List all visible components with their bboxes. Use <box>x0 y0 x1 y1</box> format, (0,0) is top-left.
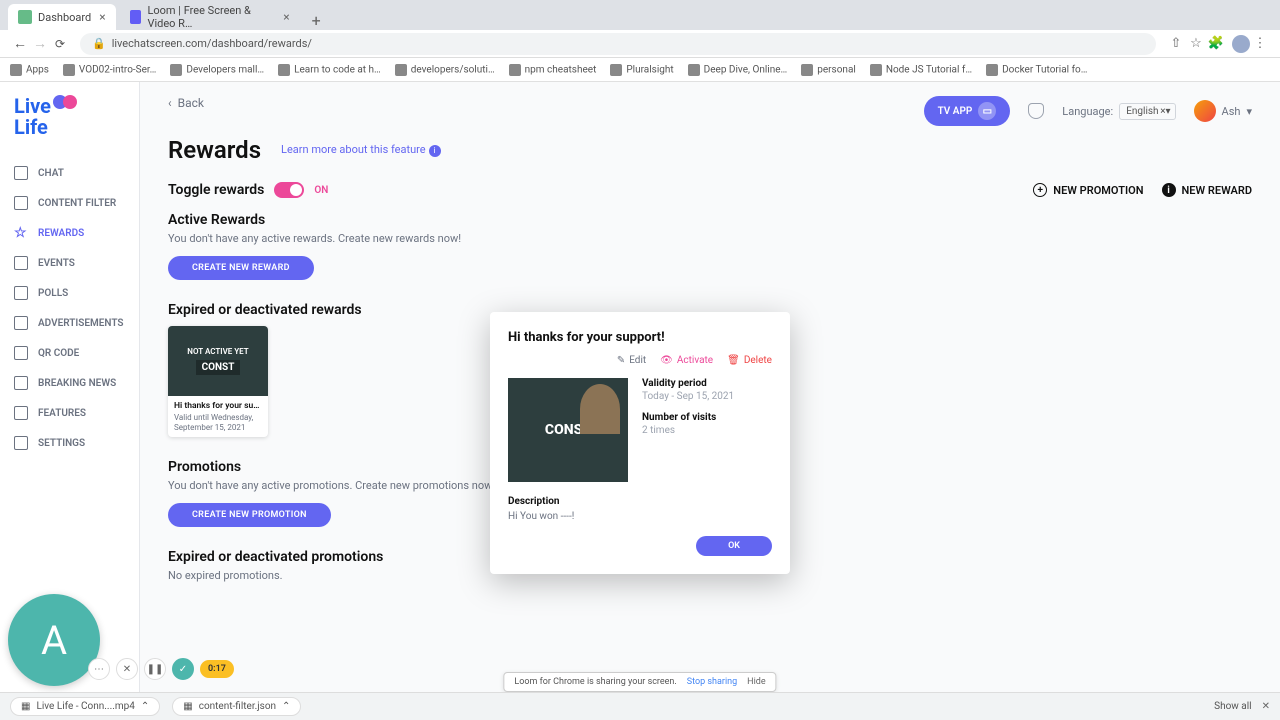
chevron-down-icon[interactable]: ⌃ <box>141 701 149 712</box>
description-text: Hi You won ----! <box>508 511 772 522</box>
hide-banner-button[interactable]: Hide <box>747 677 765 687</box>
address-bar: ← → ⟳ 🔒 livechatscreen.com/dashboard/rew… <box>0 30 1280 58</box>
new-tab-button[interactable]: + <box>304 11 329 30</box>
eye-icon: 👁 <box>660 355 673 366</box>
loom-avatar[interactable]: A <box>8 594 100 686</box>
download-item[interactable]: ▦content-filter.json⌃ <box>172 697 301 716</box>
close-icon[interactable]: × <box>99 10 105 24</box>
file-icon: ▦ <box>21 701 30 712</box>
tab-title: Loom | Free Screen & Video R… <box>147 4 275 30</box>
stop-sharing-button[interactable]: Stop sharing <box>687 677 737 687</box>
back-icon[interactable]: ← <box>10 35 30 52</box>
modal-backdrop: Hi thanks for your support! ✎Edit 👁Activ… <box>0 82 1280 720</box>
downloads-bar: ▦Live Life - Conn....mp4⌃ ▦content-filte… <box>0 692 1280 720</box>
bookmark-item[interactable]: Apps <box>10 64 49 76</box>
loom-done-button[interactable]: ✓ <box>172 658 194 680</box>
file-icon: ▦ <box>183 701 192 712</box>
activate-button[interactable]: 👁Activate <box>660 355 713 366</box>
delete-button[interactable]: 🗑Delete <box>727 355 772 366</box>
url-input[interactable]: 🔒 livechatscreen.com/dashboard/rewards/ <box>80 33 1156 55</box>
browser-tab[interactable]: Loom | Free Screen & Video R… × <box>120 4 300 30</box>
visits-value: 2 times <box>642 425 772 436</box>
bookmark-item[interactable]: Docker Tutorial fo… <box>986 64 1087 76</box>
chevron-down-icon[interactable]: ⌃ <box>282 701 290 712</box>
star-icon[interactable]: ☆ <box>1186 36 1206 51</box>
loom-pause-button[interactable]: ❚❚ <box>144 658 166 680</box>
avatar-letter: A <box>41 617 67 664</box>
visits-label: Number of visits <box>642 412 772 423</box>
profile-avatar[interactable] <box>1232 35 1250 53</box>
loom-cancel-button[interactable]: ✕ <box>116 658 138 680</box>
forward-icon[interactable]: → <box>30 35 50 52</box>
share-icon[interactable]: ⇧ <box>1166 36 1186 51</box>
bookmark-item[interactable]: Node JS Tutorial f… <box>870 64 972 76</box>
favicon <box>130 10 142 24</box>
browser-tab-strip: Dashboard × Loom | Free Screen & Video R… <box>0 0 1280 30</box>
share-text: Loom for Chrome is sharing your screen. <box>514 677 676 687</box>
bookmark-item[interactable]: Developers mall… <box>170 64 264 76</box>
tab-title: Dashboard <box>38 11 91 24</box>
validity-value: Today - Sep 15, 2021 <box>642 391 772 402</box>
description-label: Description <box>508 496 772 507</box>
menu-icon[interactable]: ⋮ <box>1250 36 1270 51</box>
bookmark-item[interactable]: personal <box>801 64 856 76</box>
validity-label: Validity period <box>642 378 772 389</box>
bookmark-item[interactable]: developers/soluti… <box>395 64 495 76</box>
ok-button[interactable]: OK <box>696 536 772 556</box>
trash-icon: 🗑 <box>727 355 740 366</box>
close-downloads-bar[interactable]: ✕ <box>1262 701 1270 712</box>
edit-button[interactable]: ✎Edit <box>617 355 646 366</box>
loom-timer: 0:17 <box>200 660 234 678</box>
reward-detail-modal: Hi thanks for your support! ✎Edit 👁Activ… <box>490 312 790 574</box>
show-all-downloads[interactable]: Show all <box>1214 701 1251 712</box>
download-item[interactable]: ▦Live Life - Conn....mp4⌃ <box>10 697 160 716</box>
bookmark-item[interactable]: Learn to code at h… <box>278 64 381 76</box>
browser-tab-active[interactable]: Dashboard × <box>8 4 116 30</box>
bookmarks-bar: Apps VOD02-intro-Ser… Developers mall… L… <box>0 58 1280 82</box>
screen-share-banner: Loom for Chrome is sharing your screen. … <box>503 672 776 692</box>
modal-title: Hi thanks for your support! <box>508 330 772 345</box>
lock-icon: 🔒 <box>92 37 106 50</box>
loom-more-button[interactable]: ⋯ <box>88 658 110 680</box>
reload-icon[interactable]: ⟳ <box>50 37 70 51</box>
pencil-icon: ✎ <box>617 355 625 366</box>
bookmark-item[interactable]: Pluralsight <box>610 64 673 76</box>
close-icon[interactable]: × <box>283 10 289 24</box>
bookmark-item[interactable]: Deep Dive, Online… <box>688 64 788 76</box>
loom-controls: ⋯ ✕ ❚❚ ✓ 0:17 <box>88 658 234 680</box>
modal-image: CONST <box>508 378 628 482</box>
extensions-icon[interactable]: 🧩 <box>1206 36 1226 51</box>
url-text: livechatscreen.com/dashboard/rewards/ <box>112 37 312 50</box>
favicon <box>18 10 32 24</box>
bookmark-item[interactable]: VOD02-intro-Ser… <box>63 64 156 76</box>
bookmark-item[interactable]: npm cheatsheet <box>509 64 597 76</box>
